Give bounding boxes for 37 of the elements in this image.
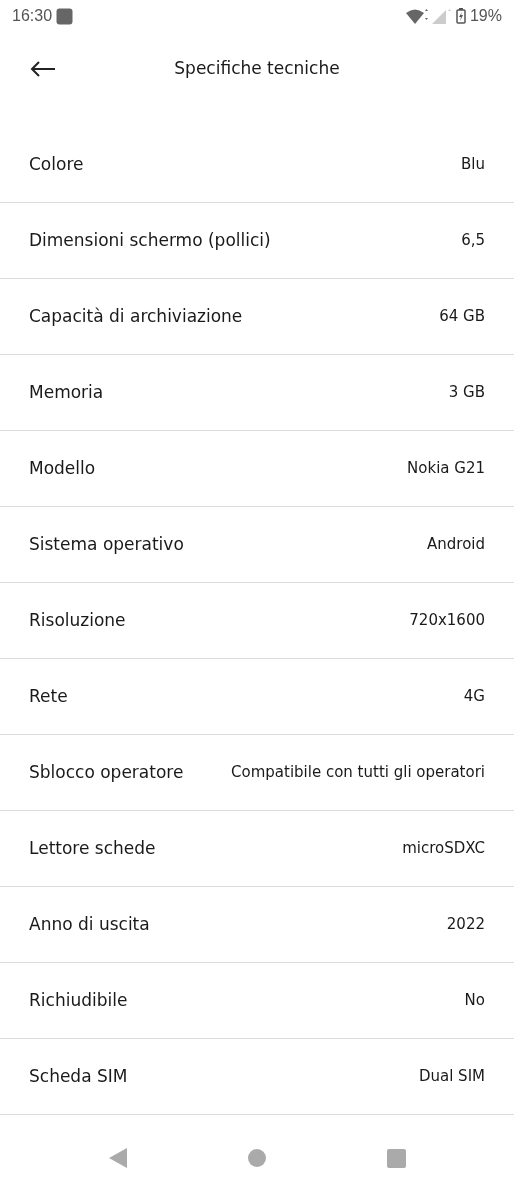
spec-value: No — [464, 990, 485, 1012]
spec-value: 720x1600 — [409, 610, 485, 632]
spec-label: Anno di uscita — [29, 912, 150, 936]
spec-value: Blu — [461, 154, 485, 176]
spec-label: Risoluzione — [29, 608, 126, 632]
notification-icon — [56, 7, 74, 25]
signal-icon — [431, 8, 452, 24]
back-nav-icon[interactable] — [108, 1148, 127, 1168]
spec-value: Dual SIM — [418, 1066, 485, 1088]
spec-label: Colore — [29, 152, 84, 176]
spec-value: Nokia G21 — [407, 458, 485, 480]
spec-value: 64 GB — [439, 306, 485, 328]
page-title: Specifiche tecniche — [174, 57, 340, 81]
back-arrow-icon — [30, 60, 56, 77]
battery-icon — [455, 8, 466, 24]
spec-label: Scheda SIM — [29, 1064, 128, 1088]
spec-label: Richiudibile — [29, 988, 128, 1012]
spec-value: 2022 — [446, 914, 485, 936]
spec-value: Android — [427, 534, 485, 556]
spec-label: Memoria — [29, 380, 104, 404]
wifi-icon — [405, 8, 428, 24]
spec-label: Lettore schede — [29, 836, 156, 860]
spec-value: microSDXC — [402, 838, 485, 860]
recents-nav-icon[interactable] — [386, 1148, 406, 1168]
home-nav-icon[interactable] — [247, 1149, 266, 1167]
spec-label: Sistema operativo — [29, 532, 184, 556]
spec-label: Sblocco operatore — [29, 760, 184, 784]
clock-time: 16:30 — [12, 6, 53, 26]
battery-percent: 19% — [469, 6, 502, 26]
spec-value: Compatibile con tutti gli operatori — [231, 762, 485, 784]
spec-label: Rete — [29, 684, 68, 708]
spec-label: Capacità di archiviazione — [29, 304, 243, 328]
spec-label: Dimensioni schermo (pollici) — [29, 228, 271, 252]
spec-label: Modello — [29, 456, 96, 480]
spec-value: 3 GB — [448, 382, 485, 404]
spec-value: 4G — [463, 686, 485, 708]
spec-value: 6,5 — [461, 230, 485, 252]
